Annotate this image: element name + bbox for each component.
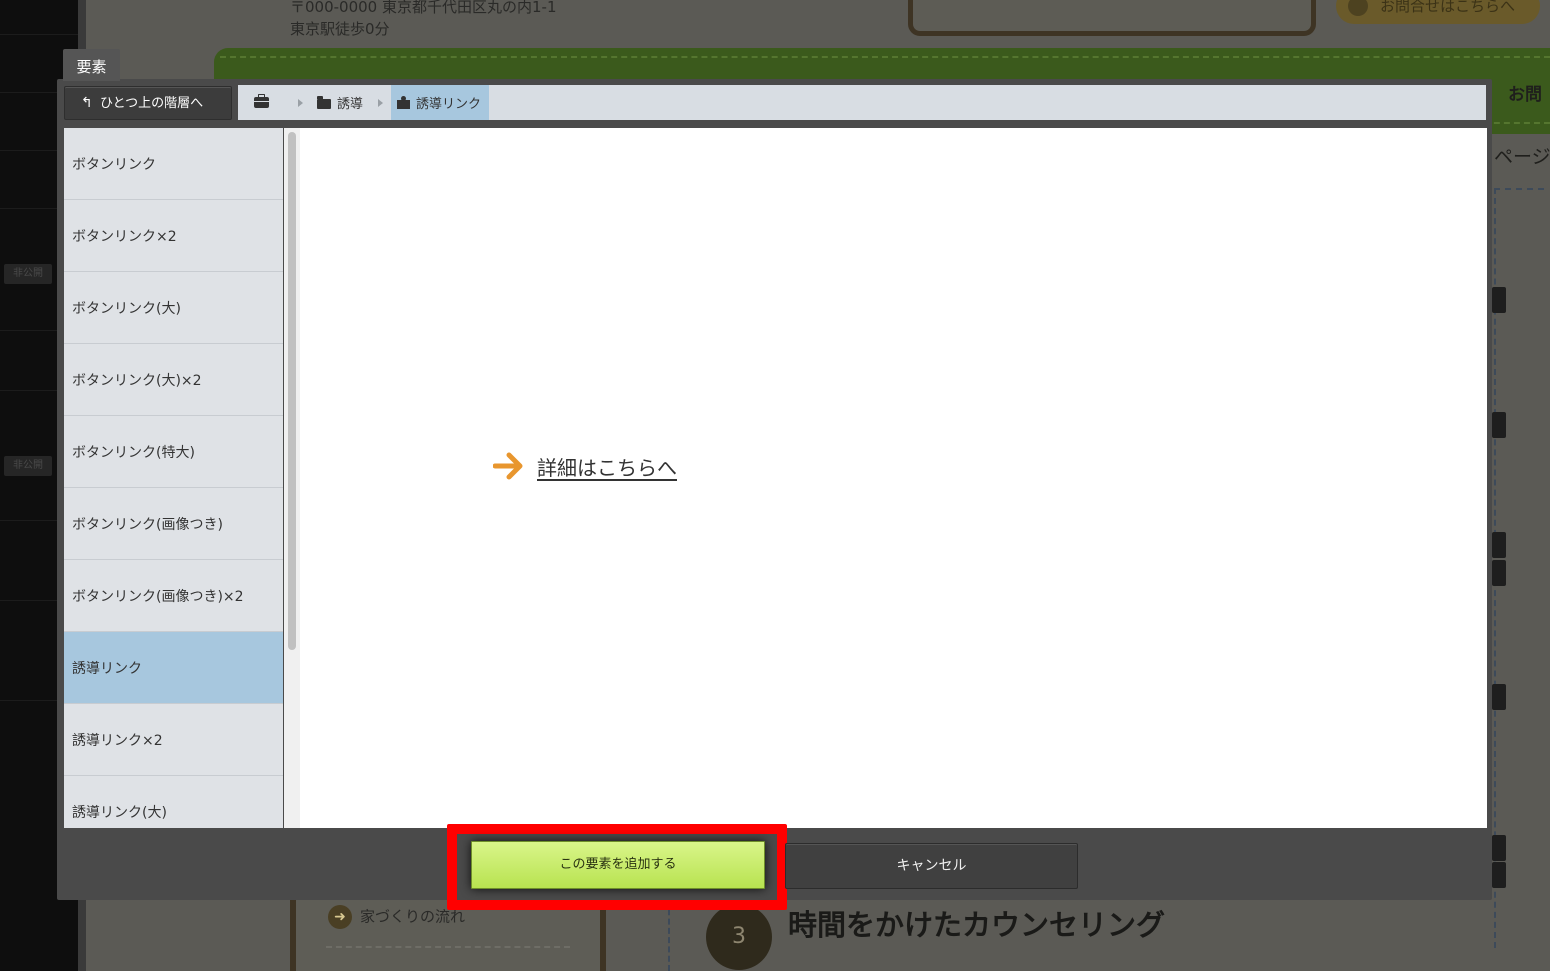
background-dark-button xyxy=(1492,862,1506,888)
background-dark-button xyxy=(1492,287,1506,313)
background-contact-link: お問合せはこちらへ xyxy=(1336,0,1540,24)
background-private-tag: 非公開 xyxy=(4,456,52,476)
add-element-button[interactable]: この要素を追加する xyxy=(471,841,765,889)
chevron-right-icon xyxy=(1348,0,1368,16)
list-item[interactable]: ボタンリンク(特大) xyxy=(64,416,283,488)
list-item[interactable]: 誘導リンク×2 xyxy=(64,704,283,776)
list-item[interactable]: 誘導リンク(大) xyxy=(64,776,283,828)
list-item[interactable]: ボタンリンク×2 xyxy=(64,200,283,272)
background-private-tag: 非公開 xyxy=(4,264,52,284)
list-item[interactable]: ボタンリンク xyxy=(64,128,283,200)
breadcrumb-separator-icon xyxy=(289,85,311,120)
breadcrumb-item-category[interactable]: 誘導 xyxy=(311,85,369,120)
breadcrumb-root[interactable] xyxy=(238,85,289,120)
background-flow-link: ➜ 家づくりの流れ xyxy=(328,905,465,929)
list-item[interactable]: ボタンリンク(大)×2 xyxy=(64,344,283,416)
list-item-selected[interactable]: 誘導リンク xyxy=(64,632,283,704)
background-dashed-line xyxy=(668,900,670,971)
background-address: 〒000-0000 東京都千代田区丸の内1-1 東京駅徒歩0分 xyxy=(290,0,557,38)
modal-title-tab: 要素 xyxy=(63,49,120,81)
cancel-button[interactable]: キャンセル xyxy=(785,843,1078,889)
background-page-text: ページ xyxy=(1494,146,1550,168)
list-item[interactable]: ボタンリンク(画像つき)×2 xyxy=(64,560,283,632)
element-preview-pane xyxy=(300,128,1487,828)
undo-arrow-icon: ↰ xyxy=(81,95,93,111)
up-one-level-button[interactable]: ↰ ひとつ上の階層へ xyxy=(64,86,232,120)
background-heading: 時間をかけたカウンセリング xyxy=(788,908,1166,942)
preview-guide-link[interactable]: 詳細はこちらへ xyxy=(493,451,677,481)
folder-icon xyxy=(317,95,331,109)
background-inquiry-text: お問 xyxy=(1508,85,1542,105)
background-step-badge: 3 xyxy=(706,904,772,970)
background-dark-button xyxy=(1492,560,1506,586)
background-dark-button xyxy=(1492,835,1506,861)
preview-link-text[interactable]: 詳細はこちらへ xyxy=(537,452,677,481)
background-divider xyxy=(326,946,570,948)
element-list-scrollbar-thumb[interactable] xyxy=(288,132,296,650)
breadcrumb-item-current[interactable]: 誘導リンク xyxy=(391,85,490,120)
breadcrumb: 誘導 誘導リンク xyxy=(238,85,1486,120)
background-hours-box xyxy=(908,0,1316,36)
background-dark-button xyxy=(1492,532,1506,558)
background-dark-button xyxy=(1492,412,1506,438)
background-dark-button xyxy=(1492,684,1506,710)
element-list: ボタンリンク ボタンリンク×2 ボタンリンク(大) ボタンリンク(大)×2 ボタ… xyxy=(64,128,283,828)
puzzle-icon xyxy=(397,96,411,109)
briefcase-icon xyxy=(254,94,269,108)
breadcrumb-separator-icon xyxy=(369,85,391,120)
arrow-right-icon: ➜ xyxy=(328,905,352,929)
arrow-right-icon xyxy=(493,452,523,480)
list-item[interactable]: ボタンリンク(画像つき) xyxy=(64,488,283,560)
list-item[interactable]: ボタンリンク(大) xyxy=(64,272,283,344)
